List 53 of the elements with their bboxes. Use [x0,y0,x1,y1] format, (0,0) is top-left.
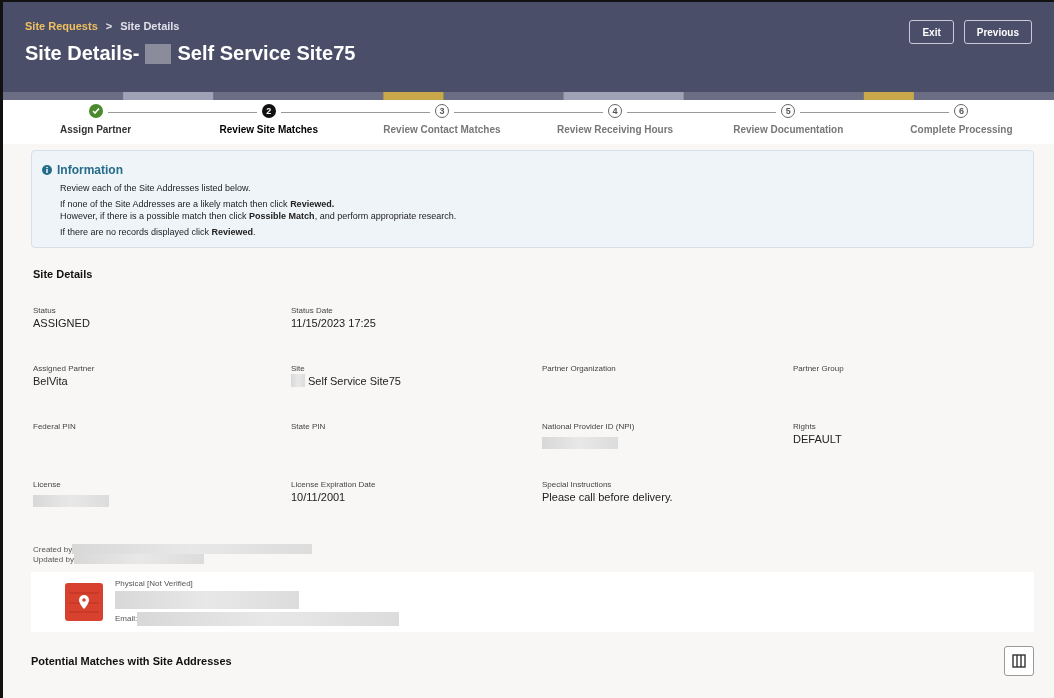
info-text: If none of the Site Addresses are a likely match then click Reviewed. [60,199,336,209]
audit-label: Updated by [33,554,74,564]
step-number: 4 [608,104,623,118]
step-number: 5 [781,104,796,118]
field-label: License Expiration Date [291,480,377,489]
field-label: License [33,480,62,489]
map-pin-icon [65,583,103,621]
field-label: State PIN [291,422,327,431]
exit-button[interactable]: Exit [909,20,954,44]
info-icon [42,165,52,175]
previous-button[interactable]: Previous [963,20,1032,44]
field-label: Status [33,306,57,315]
field-label: Assigned Partner [33,364,96,373]
step-number: 6 [954,104,969,118]
field-value: BelVita [33,375,68,387]
field-value: Please call before delivery. [542,491,673,503]
field-label: Special Instructions [542,480,613,489]
field-value: DEFAULT [793,433,842,445]
section-title: Site Details [33,268,94,280]
info-text: If there are no records displayed click Reviewed. [60,227,257,237]
step-label[interactable]: Review Receiving Hours [557,124,674,135]
step-number: 3 [434,104,449,118]
field-label: Status Date [291,306,334,315]
address-type: Physical [Not Verified] [115,578,194,588]
field-label: Site [291,364,306,373]
field-label: Partner Group [793,364,845,373]
page-title: Self Service Site75 [177,42,356,65]
columns-button[interactable] [1004,646,1034,676]
step-label[interactable]: Review Documentation [733,124,844,135]
field-value: ASSIGNED [33,317,90,329]
info-text: However, if there is a possible match then click Possible Match, and perform appropriate research. [60,211,458,221]
step-number: 2 [261,104,276,118]
columns-icon [1012,654,1026,668]
info-title: Information [57,163,123,177]
field-label: Partner Organization [542,364,617,373]
step-label[interactable]: Assign Partner [60,124,132,135]
step-label[interactable]: Complete Processing [910,124,1013,135]
section-title: Potential Matches with Site Addresses [31,655,232,667]
audit-label: Created by [33,544,73,554]
field-label: Rights [793,422,817,431]
field-value: 10/11/2001 [291,491,346,503]
field-value: Self Service Site75 [308,375,401,387]
breadcrumb-current: Site Details [120,20,180,32]
email-label: Email: [115,614,138,623]
info-text: Review each of the Site Addresses listed below. [60,183,252,193]
step-label[interactable]: Review Contact Matches [383,124,501,135]
page-title: Site Details- [25,42,140,65]
breadcrumb-link[interactable]: Site Requests [25,20,98,32]
field-label: National Provider ID (NPI) [542,422,636,431]
breadcrumb-separator: > [105,20,113,32]
step-label[interactable]: Review Site Matches [219,124,318,135]
field-value: 11/15/2023 17:25 [291,317,376,329]
field-label: Federal PIN [33,422,77,431]
